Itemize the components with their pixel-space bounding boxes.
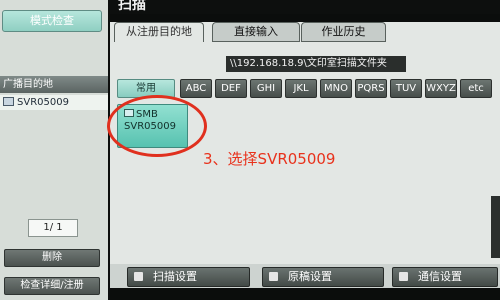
filter-abc[interactable]: ABC xyxy=(180,79,212,98)
original-settings-button[interactable]: 原稿设置 xyxy=(262,267,384,287)
broadcast-list-item[interactable]: SVR05009 xyxy=(0,95,108,110)
broadcast-destination-header: 广播目的地 xyxy=(0,76,108,93)
scan-settings-icon xyxy=(134,272,143,281)
filter-mno[interactable]: MNO xyxy=(320,79,352,98)
tab-registered-destination[interactable]: 从注册目的地 xyxy=(114,22,204,42)
page-counter: 1/ 1 xyxy=(28,219,78,237)
original-settings-label: 原稿设置 xyxy=(288,270,332,283)
broadcast-item-label: SVR05009 xyxy=(17,97,69,108)
filter-etc[interactable]: etc xyxy=(460,79,492,98)
scan-settings-label: 扫描设置 xyxy=(153,270,197,283)
destination-path-display: \\192.168.18.9\文印室扫描文件夹 xyxy=(226,56,406,72)
mode-check-button[interactable]: 模式检查 xyxy=(2,10,102,32)
filter-pqrs[interactable]: PQRS xyxy=(355,79,387,98)
communication-settings-label: 通信设置 xyxy=(418,270,462,283)
filter-jkl[interactable]: JKL xyxy=(285,79,317,98)
smb-folder-icon xyxy=(3,97,14,106)
page-title: 扫描 xyxy=(118,0,146,13)
scan-settings-button[interactable]: 扫描设置 xyxy=(127,267,250,287)
filter-def[interactable]: DEF xyxy=(215,79,247,98)
title-bar xyxy=(110,0,500,14)
communication-settings-icon xyxy=(399,272,408,281)
tab-direct-input[interactable]: 直接输入 xyxy=(212,22,300,42)
annotation-text: 3、选择SVR05009 xyxy=(203,150,336,168)
filter-wxyz[interactable]: WXYZ xyxy=(425,79,457,98)
annotation-circle xyxy=(107,95,207,157)
check-detail-register-button[interactable]: 检查详细/注册 xyxy=(4,277,100,295)
filter-tuv[interactable]: TUV xyxy=(390,79,422,98)
communication-settings-button[interactable]: 通信设置 xyxy=(392,267,498,287)
filter-ghi[interactable]: GHI xyxy=(250,79,282,98)
original-settings-icon xyxy=(269,272,278,281)
tab-job-history[interactable]: 作业历史 xyxy=(301,22,386,42)
scrollbar[interactable] xyxy=(491,196,500,258)
delete-button[interactable]: 删除 xyxy=(4,249,100,267)
